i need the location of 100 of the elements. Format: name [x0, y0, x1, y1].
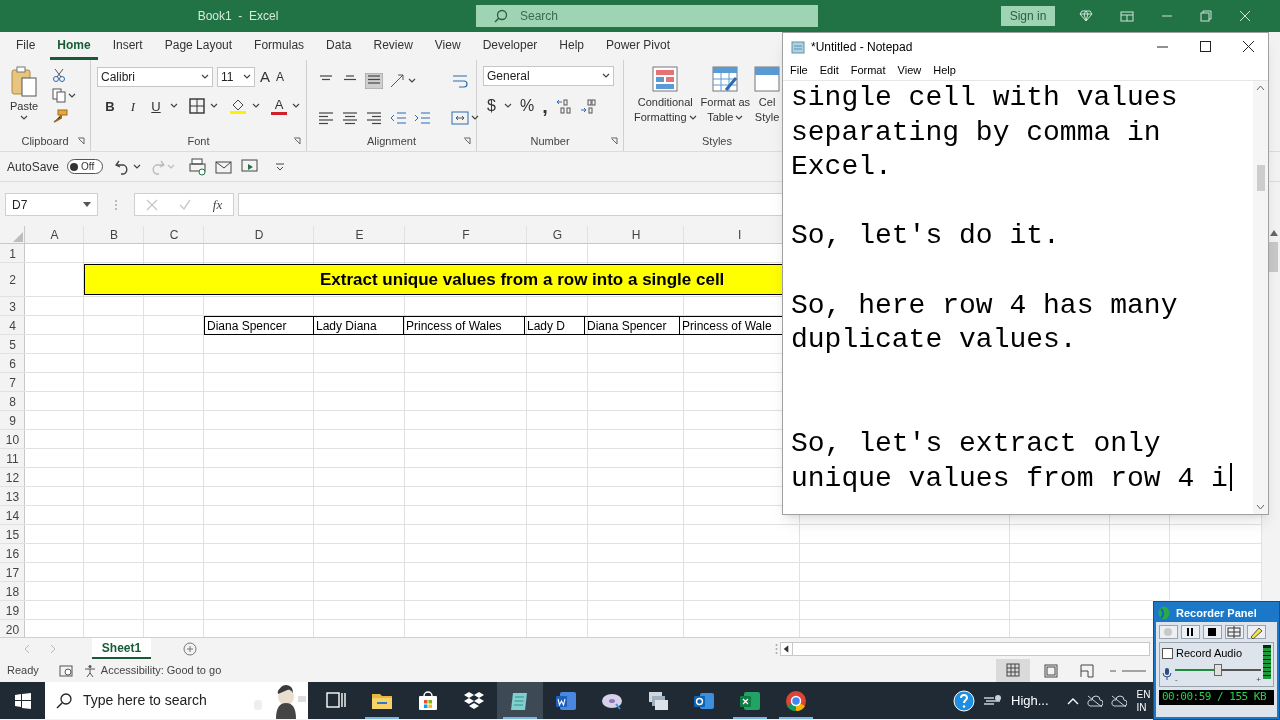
- font-color-button[interactable]: A: [271, 97, 287, 115]
- name-box[interactable]: D7: [5, 193, 98, 216]
- caret-icon[interactable]: [20, 114, 28, 121]
- row-header[interactable]: 17: [0, 563, 25, 582]
- cloud-off-icon[interactable]: [1086, 694, 1103, 707]
- scrollbar-thumb[interactable]: [1269, 242, 1278, 272]
- row-header[interactable]: 12: [0, 468, 25, 487]
- format-painter-icon[interactable]: [52, 109, 68, 123]
- cell-styles-button[interactable]: Cel Style: [754, 66, 781, 131]
- language-indicator[interactable]: EN IN: [1136, 687, 1151, 714]
- volume-slider[interactable]: [1175, 663, 1261, 676]
- ribbon-display-icon[interactable]: [1120, 10, 1134, 22]
- pause-icon[interactable]: [1181, 625, 1200, 639]
- highlighter-icon[interactable]: [1247, 625, 1266, 639]
- caret-icon[interactable]: [252, 103, 260, 110]
- column-header[interactable]: E: [314, 226, 405, 244]
- row-header[interactable]: 4: [0, 316, 25, 335]
- ribbon-tab[interactable]: Help: [552, 32, 591, 60]
- sign-in-button[interactable]: Sign in: [1001, 6, 1055, 26]
- conditional-formatting-button[interactable]: Conditional Formatting: [634, 66, 697, 131]
- menu-item[interactable]: Edit: [819, 61, 839, 79]
- caret-icon[interactable]: [83, 202, 91, 207]
- menu-item[interactable]: Help: [933, 61, 956, 79]
- format-button[interactable]: U: [147, 96, 165, 116]
- align-bottom-icon[interactable]: [365, 73, 383, 90]
- menu-item[interactable]: File: [790, 61, 808, 79]
- ribbon-tab[interactable]: Power Pivot: [599, 32, 678, 60]
- page-layout-icon[interactable]: [1044, 663, 1059, 678]
- caret-icon[interactable]: [68, 92, 76, 99]
- caret-icon[interactable]: [210, 103, 218, 110]
- align-center-icon[interactable]: [341, 109, 359, 126]
- caret-icon[interactable]: [170, 103, 178, 110]
- column-header[interactable]: I: [684, 226, 780, 244]
- row-header[interactable]: 10: [0, 430, 25, 449]
- add-sheet-icon[interactable]: [183, 641, 197, 656]
- dialog-launcher-icon[interactable]: [293, 137, 301, 145]
- help-icon[interactable]: [953, 689, 975, 712]
- borders-icon[interactable]: [189, 98, 205, 115]
- autosave-toggle[interactable]: Off: [67, 159, 104, 174]
- weather-text[interactable]: High...: [1011, 690, 1049, 711]
- scroll-down-icon[interactable]: [1256, 504, 1265, 510]
- screen-region-icon[interactable]: [1225, 625, 1244, 639]
- diamond-icon[interactable]: [1079, 10, 1093, 22]
- column-header[interactable]: C: [144, 226, 204, 244]
- shrink-font-button[interactable]: A: [275, 68, 286, 87]
- row-header[interactable]: 5: [0, 335, 25, 354]
- percent-button[interactable]: %: [519, 94, 535, 118]
- wind-icon[interactable]: [983, 693, 1003, 708]
- row-header[interactable]: 14: [0, 506, 25, 525]
- increase-decimal-icon[interactable]: [555, 98, 572, 114]
- ribbon-tab[interactable]: Insert: [105, 32, 150, 60]
- row-header[interactable]: 8: [0, 392, 25, 411]
- search-field[interactable]: Search: [476, 5, 818, 27]
- sheet-tab[interactable]: Sheet1: [92, 638, 151, 659]
- dialog-launcher-icon[interactable]: [610, 137, 618, 145]
- currency-button[interactable]: $: [487, 94, 496, 118]
- wrap-text-icon[interactable]: [451, 73, 469, 90]
- menu-item[interactable]: View: [897, 61, 922, 79]
- row-header[interactable]: 2: [0, 263, 25, 297]
- ribbon-tab[interactable]: Data: [319, 32, 359, 60]
- row-header[interactable]: 3: [0, 297, 25, 316]
- customize-toolbar-icon[interactable]: [275, 161, 286, 172]
- slider-thumb[interactable]: [1214, 663, 1222, 676]
- copy-icon[interactable]: [52, 88, 66, 103]
- ribbon-tab[interactable]: Review: [366, 32, 420, 60]
- row-header[interactable]: 16: [0, 544, 25, 563]
- row-header[interactable]: 7: [0, 373, 25, 392]
- grow-font-button[interactable]: A: [259, 66, 271, 89]
- page-break-icon[interactable]: [1080, 663, 1095, 678]
- caret-icon[interactable]: [201, 74, 209, 81]
- number-format-field[interactable]: General: [483, 66, 614, 86]
- column-header[interactable]: G: [527, 226, 588, 244]
- column-header[interactable]: F: [405, 226, 527, 244]
- scrollbar-thumb[interactable]: [1256, 164, 1265, 191]
- checkbox[interactable]: [1162, 647, 1173, 659]
- align-right-icon[interactable]: [365, 109, 383, 126]
- horizontal-scrollbar[interactable]: [780, 641, 1150, 656]
- paste-button[interactable]: Paste: [9, 98, 39, 115]
- taskbar-search-field[interactable]: Type here to search: [45, 682, 308, 719]
- close-icon[interactable]: [1243, 41, 1254, 52]
- caret-icon[interactable]: [735, 114, 744, 121]
- restore-icon[interactable]: [1200, 10, 1212, 22]
- merge-center-icon[interactable]: [451, 109, 469, 126]
- caret-icon[interactable]: [503, 103, 512, 109]
- decrease-decimal-icon[interactable]: [579, 98, 596, 114]
- format-button[interactable]: I: [124, 96, 142, 116]
- column-header[interactable]: D: [204, 226, 314, 244]
- insert-function-button[interactable]: fx: [212, 194, 223, 215]
- scroll-up-icon[interactable]: [1270, 230, 1278, 236]
- format-button[interactable]: B: [101, 96, 119, 116]
- row-header[interactable]: 20: [0, 620, 25, 637]
- print-preview-icon[interactable]: [189, 157, 208, 176]
- accessibility-status[interactable]: Accessibility: Good to go: [100, 662, 222, 679]
- cloud-off-icon[interactable]: [1110, 694, 1127, 707]
- row-header[interactable]: 6: [0, 354, 25, 373]
- ribbon-tab[interactable]: Formulas: [247, 32, 312, 60]
- caret-icon[interactable]: [243, 74, 251, 81]
- macro-recording-icon[interactable]: [58, 664, 73, 677]
- dialog-launcher-icon[interactable]: [77, 137, 85, 145]
- maximize-icon[interactable]: [1200, 41, 1211, 52]
